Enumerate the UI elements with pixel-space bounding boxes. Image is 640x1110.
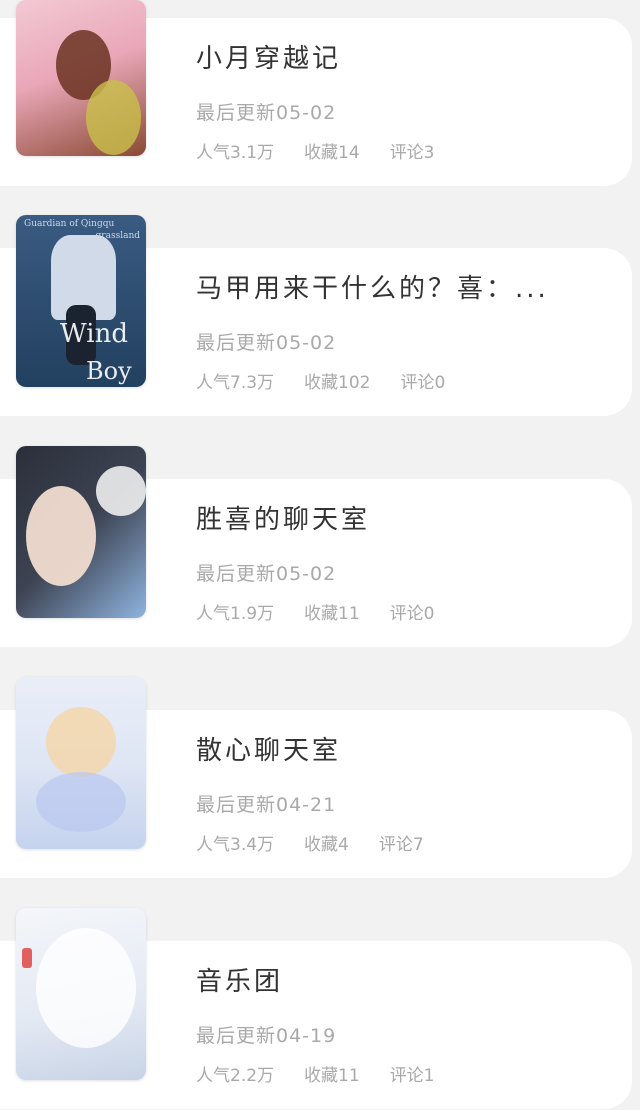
comments-count: 评论0 [400, 373, 446, 393]
comments-count: 评论0 [389, 604, 435, 624]
popularity-count: 人气1.9万 [196, 604, 275, 624]
popularity-count: 人气3.1万 [196, 143, 275, 163]
book-title[interactable]: 小月穿越记 [196, 38, 341, 75]
comments-count: 评论3 [389, 143, 435, 163]
book-cover-image[interactable] [16, 446, 146, 618]
book-cover-image[interactable] [16, 677, 146, 849]
book-item[interactable]: Guardian of Qingqu grassland Wind Boy 马甲… [0, 215, 640, 416]
book-title[interactable]: 胜喜的聊天室 [196, 499, 370, 536]
book-stats: 人气3.1万 收藏14 评论3 [196, 138, 465, 163]
cover-caption: Guardian of Qingqu [24, 219, 115, 229]
last-updated: 最后更新04-19 [196, 1025, 337, 1047]
book-title[interactable]: 散心聊天室 [196, 730, 341, 767]
popularity-count: 人气2.2万 [196, 1066, 275, 1086]
cover-caption: Wind [60, 319, 128, 349]
favorites-count: 收藏14 [304, 143, 360, 163]
popularity-count: 人气7.3万 [196, 373, 275, 393]
book-stats: 人气1.9万 收藏11 评论0 [196, 599, 465, 624]
favorites-count: 收藏102 [304, 373, 371, 393]
book-cover-image[interactable]: Guardian of Qingqu grassland Wind Boy [16, 215, 146, 387]
book-item[interactable]: 音乐团 最后更新04-19 人气2.2万 收藏11 评论1 [0, 908, 640, 1109]
cover-caption: Boy [86, 357, 132, 385]
last-updated: 最后更新05-02 [196, 332, 337, 354]
popularity-count: 人气3.4万 [196, 835, 275, 855]
book-item[interactable]: 散心聊天室 最后更新04-21 人气3.4万 收藏4 评论7 [0, 677, 640, 878]
last-updated: 最后更新04-21 [196, 794, 337, 816]
last-updated: 最后更新05-02 [196, 102, 337, 124]
last-updated: 最后更新05-02 [196, 563, 337, 585]
favorites-count: 收藏11 [304, 604, 360, 624]
book-stats: 人气2.2万 收藏11 评论1 [196, 1061, 465, 1086]
book-title[interactable]: 音乐团 [196, 961, 283, 998]
comments-count: 评论7 [378, 835, 424, 855]
book-title[interactable]: 马甲用来干什么的？喜：... [196, 268, 549, 305]
book-cover-image[interactable] [16, 908, 146, 1080]
cover-caption: grassland [95, 231, 140, 241]
comments-count: 评论1 [389, 1066, 435, 1086]
book-list: 小月穿越记 最后更新05-02 人气3.1万 收藏14 评论3 Guardian o… [0, 0, 640, 1110]
book-item[interactable]: 胜喜的聊天室 最后更新05-02 人气1.9万 收藏11 评论0 [0, 446, 640, 647]
favorites-count: 收藏4 [304, 835, 349, 855]
favorites-count: 收藏11 [304, 1066, 360, 1086]
book-item[interactable]: 小月穿越记 最后更新05-02 人气3.1万 收藏14 评论3 [0, 0, 640, 186]
book-stats: 人气7.3万 收藏102 评论0 [196, 368, 475, 393]
book-cover-image[interactable] [16, 0, 146, 156]
book-stats: 人气3.4万 收藏4 评论7 [196, 830, 454, 855]
